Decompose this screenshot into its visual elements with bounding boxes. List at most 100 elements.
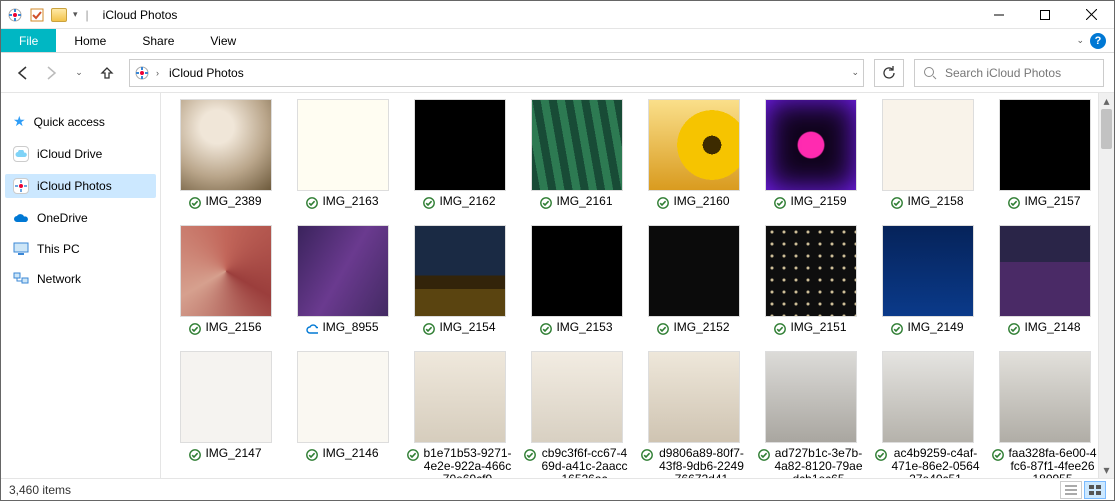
tab-share[interactable]: Share [124,29,192,52]
file-name: ac4b9259-c4af-471e-86e2-056427e40c51 [891,447,981,478]
file-name: IMG_2162 [439,195,495,208]
onedrive-icon [13,210,29,226]
ribbon-expand-icon[interactable]: ⌄ [1076,35,1084,46]
file-item[interactable]: cb9c3f6f-cc67-469d-a41c-2aacc16526ac [520,351,633,478]
checkbox-icon[interactable] [29,7,45,23]
caption-row: IMG_2157 [1008,191,1080,225]
file-item[interactable]: IMG_2163 [286,99,399,225]
caption-row: cb9c3f6f-cc67-469d-a41c-2aacc16526ac [524,443,630,478]
sync-status-icon [306,197,318,209]
details-view-button[interactable] [1060,481,1082,499]
body: ★ Quick access iCloud Drive iCloud Photo… [1,93,1114,478]
recent-locations-icon[interactable]: ⌄ [67,61,91,85]
file-name: IMG_2156 [205,321,261,334]
sidebar-item-network[interactable]: Network [5,268,156,290]
sidebar-item-icloud-photos[interactable]: iCloud Photos [5,174,156,198]
caption-row: IMG_2149 [891,317,963,351]
sync-status-icon [423,197,435,209]
crumb-sep-icon[interactable]: › [156,68,159,78]
file-item[interactable]: IMG_2162 [403,99,516,225]
file-item[interactable]: IMG_2156 [169,225,282,351]
location-icon [134,65,150,81]
caption-row: IMG_2154 [423,317,495,351]
file-item[interactable]: faa328fa-6e00-4fc6-87f1-4fee26180955 [988,351,1101,478]
vertical-scrollbar[interactable]: ▴ ▾ [1098,93,1114,478]
file-item[interactable]: IMG_2153 [520,225,633,351]
thumbnail [531,225,623,317]
file-name: IMG_2160 [673,195,729,208]
sync-status-icon [540,323,552,335]
address-bar[interactable]: › iCloud Photos ⌄ [129,59,864,87]
file-grid: IMG_2389 IMG_2163 IMG_2162 IMG_2161 IMG_2160… [161,93,1114,478]
file-item[interactable]: IMG_2160 [637,99,750,225]
caption-row: IMG_2158 [891,191,963,225]
help-icon[interactable]: ? [1090,33,1106,49]
thumbnail [297,99,389,191]
qat-separator: | [84,8,91,22]
sync-status-icon [407,449,419,461]
tab-view[interactable]: View [192,29,254,52]
file-name: b1e71b53-9271-4e2e-922a-466c70e69cf9 [423,447,513,478]
content-pane: IMG_2389 IMG_2163 IMG_2162 IMG_2161 IMG_2160… [161,93,1114,478]
file-item[interactable]: b1e71b53-9271-4e2e-922a-466c70e69cf9 [403,351,516,478]
file-item[interactable]: IMG_2152 [637,225,750,351]
address-dropdown-icon[interactable]: ⌄ [851,67,859,78]
thumbnail [999,351,1091,443]
file-item[interactable]: IMG_2161 [520,99,633,225]
scroll-down-icon[interactable]: ▾ [1099,462,1114,478]
sidebar-item-label: iCloud Drive [37,147,102,161]
sidebar-item-quick-access[interactable]: ★ Quick access [5,109,156,134]
network-icon [13,272,29,286]
maximize-button[interactable] [1022,1,1068,29]
tab-file[interactable]: File [1,29,56,52]
file-item[interactable]: ad727b1c-3e7b-4a82-8120-79aedcb1ec65 [754,351,867,478]
search-input[interactable]: Search iCloud Photos [914,59,1104,87]
scroll-up-icon[interactable]: ▴ [1099,93,1114,109]
file-name: d9806a89-80f7-43f8-9db6-224976672d41 [657,447,747,478]
file-item[interactable]: IMG_2149 [871,225,984,351]
close-button[interactable] [1068,1,1114,29]
file-item[interactable]: IMG_2146 [286,351,399,478]
file-item[interactable]: IMG_2158 [871,99,984,225]
caption-row: IMG_2389 [189,191,261,225]
thumbnail [765,351,857,443]
tab-home[interactable]: Home [56,29,124,52]
file-item[interactable]: IMG_2157 [988,99,1101,225]
sidebar-item-icloud-drive[interactable]: iCloud Drive [5,142,156,166]
file-item[interactable]: IMG_2154 [403,225,516,351]
back-button[interactable] [11,61,35,85]
thumbnail [882,351,974,443]
file-name: IMG_2153 [556,321,612,334]
up-button[interactable] [95,61,119,85]
forward-button[interactable] [39,61,63,85]
file-item[interactable]: IMG_2147 [169,351,282,478]
thumbnails-view-button[interactable] [1084,481,1106,499]
refresh-button[interactable] [874,59,904,87]
thumbnail [648,99,740,191]
sync-status-icon [758,449,770,461]
sync-status-icon [189,449,201,461]
thumbnail [999,225,1091,317]
scrollbar-thumb[interactable] [1101,109,1112,149]
file-item[interactable]: IMG_2148 [988,225,1101,351]
thumbnail [297,225,389,317]
file-item[interactable]: IMG_2389 [169,99,282,225]
file-item[interactable]: IMG_2151 [754,225,867,351]
sidebar-item-onedrive[interactable]: OneDrive [5,206,156,230]
breadcrumb-item[interactable]: iCloud Photos [165,66,248,80]
thumbnail [882,225,974,317]
sync-status-icon [657,323,669,335]
thumbnail [180,351,272,443]
file-name: IMG_2161 [556,195,612,208]
minimize-button[interactable] [976,1,1022,29]
search-icon [923,66,937,80]
file-item[interactable]: ac4b9259-c4af-471e-86e2-056427e40c51 [871,351,984,478]
file-item[interactable]: IMG_8955 [286,225,399,351]
sync-status-icon [189,197,201,209]
file-item[interactable]: IMG_2159 [754,99,867,225]
file-item[interactable]: d9806a89-80f7-43f8-9db6-224976672d41 [637,351,750,478]
sidebar-item-label: iCloud Photos [37,179,112,193]
qat-dropdown-icon[interactable]: ▾ [73,9,78,20]
sidebar-item-this-pc[interactable]: This PC [5,238,156,260]
sync-status-icon [1008,197,1020,209]
